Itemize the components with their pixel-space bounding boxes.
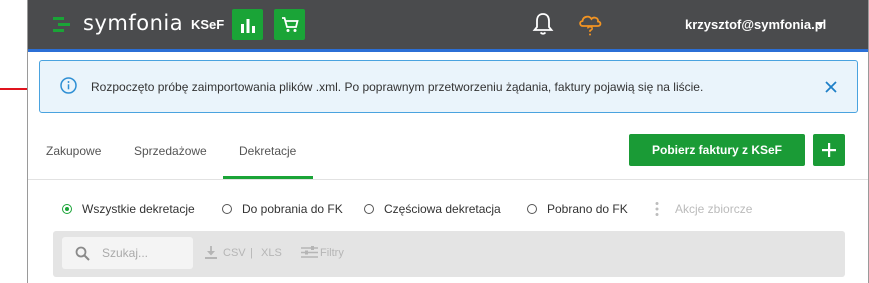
add-button[interactable] — [813, 134, 845, 166]
info-icon — [60, 77, 77, 94]
shop-app-button[interactable] — [274, 9, 305, 40]
header-accent-line — [28, 49, 868, 52]
tab-zakupowe[interactable]: Zakupowe — [46, 144, 101, 158]
app-window: symfonia KSeF krzysztof@symfonia.pl Rozp… — [27, 0, 869, 283]
filter-label: Wszystkie dekretacje — [82, 202, 195, 216]
info-alert: Rozpoczęto próbę zaimportowania plików .… — [39, 60, 858, 113]
cloud-help-icon[interactable] — [577, 11, 603, 37]
plus-icon — [822, 143, 836, 157]
radio[interactable] — [527, 204, 537, 214]
module-label: KSeF — [191, 17, 225, 32]
filter-to-download[interactable]: Do pobrania do FK — [222, 202, 343, 216]
list-toolbar: CSV | XLS Filtry — [53, 231, 845, 277]
brand-name[interactable]: symfonia — [83, 11, 183, 35]
fetch-invoices-button[interactable]: Pobierz faktury z KSeF — [629, 134, 805, 166]
filter-partial-decree[interactable]: Częściowa dekretacja — [364, 202, 501, 216]
export-csv[interactable]: CSV — [223, 247, 246, 259]
export-xls[interactable]: XLS — [261, 247, 282, 259]
filter-all-decrees[interactable]: Wszystkie dekretacje — [62, 202, 195, 216]
search-box[interactable] — [62, 237, 193, 269]
tab-dekretacje[interactable]: Dekretacje — [239, 144, 296, 158]
export-separator: | — [250, 247, 253, 259]
filter-icon[interactable] — [301, 246, 318, 259]
bulk-actions[interactable]: Akcje zbiorcze — [675, 202, 752, 216]
filter-label: Częściowa dekretacja — [384, 202, 501, 216]
filters-button[interactable]: Filtry — [320, 247, 344, 259]
close-icon[interactable] — [824, 80, 838, 94]
tab-sprzedazowe[interactable]: Sprzedażowe — [134, 144, 207, 158]
chevron-down-icon[interactable] — [816, 22, 824, 27]
filter-label: Do pobrania do FK — [242, 202, 343, 216]
download-icon[interactable] — [205, 246, 217, 259]
top-bar: symfonia KSeF krzysztof@symfonia.pl — [28, 0, 868, 49]
cart-icon — [281, 16, 299, 32]
user-menu[interactable]: krzysztof@symfonia.pl — [685, 17, 826, 32]
tabs-divider — [28, 179, 868, 180]
bell-icon[interactable] — [532, 12, 554, 36]
radio-selected[interactable] — [62, 204, 72, 214]
chart-icon — [240, 18, 255, 33]
kebab-icon[interactable] — [655, 201, 659, 217]
radio[interactable] — [364, 204, 374, 214]
analytics-app-button[interactable] — [232, 9, 263, 40]
symfonia-logo-icon — [53, 17, 70, 32]
filter-downloaded[interactable]: Pobrano do FK — [527, 202, 628, 216]
search-icon — [75, 246, 90, 261]
search-input[interactable] — [102, 245, 188, 261]
radio[interactable] — [222, 204, 232, 214]
alert-message: Rozpoczęto próbę zaimportowania plików .… — [91, 80, 704, 94]
filter-label: Pobrano do FK — [547, 202, 628, 216]
